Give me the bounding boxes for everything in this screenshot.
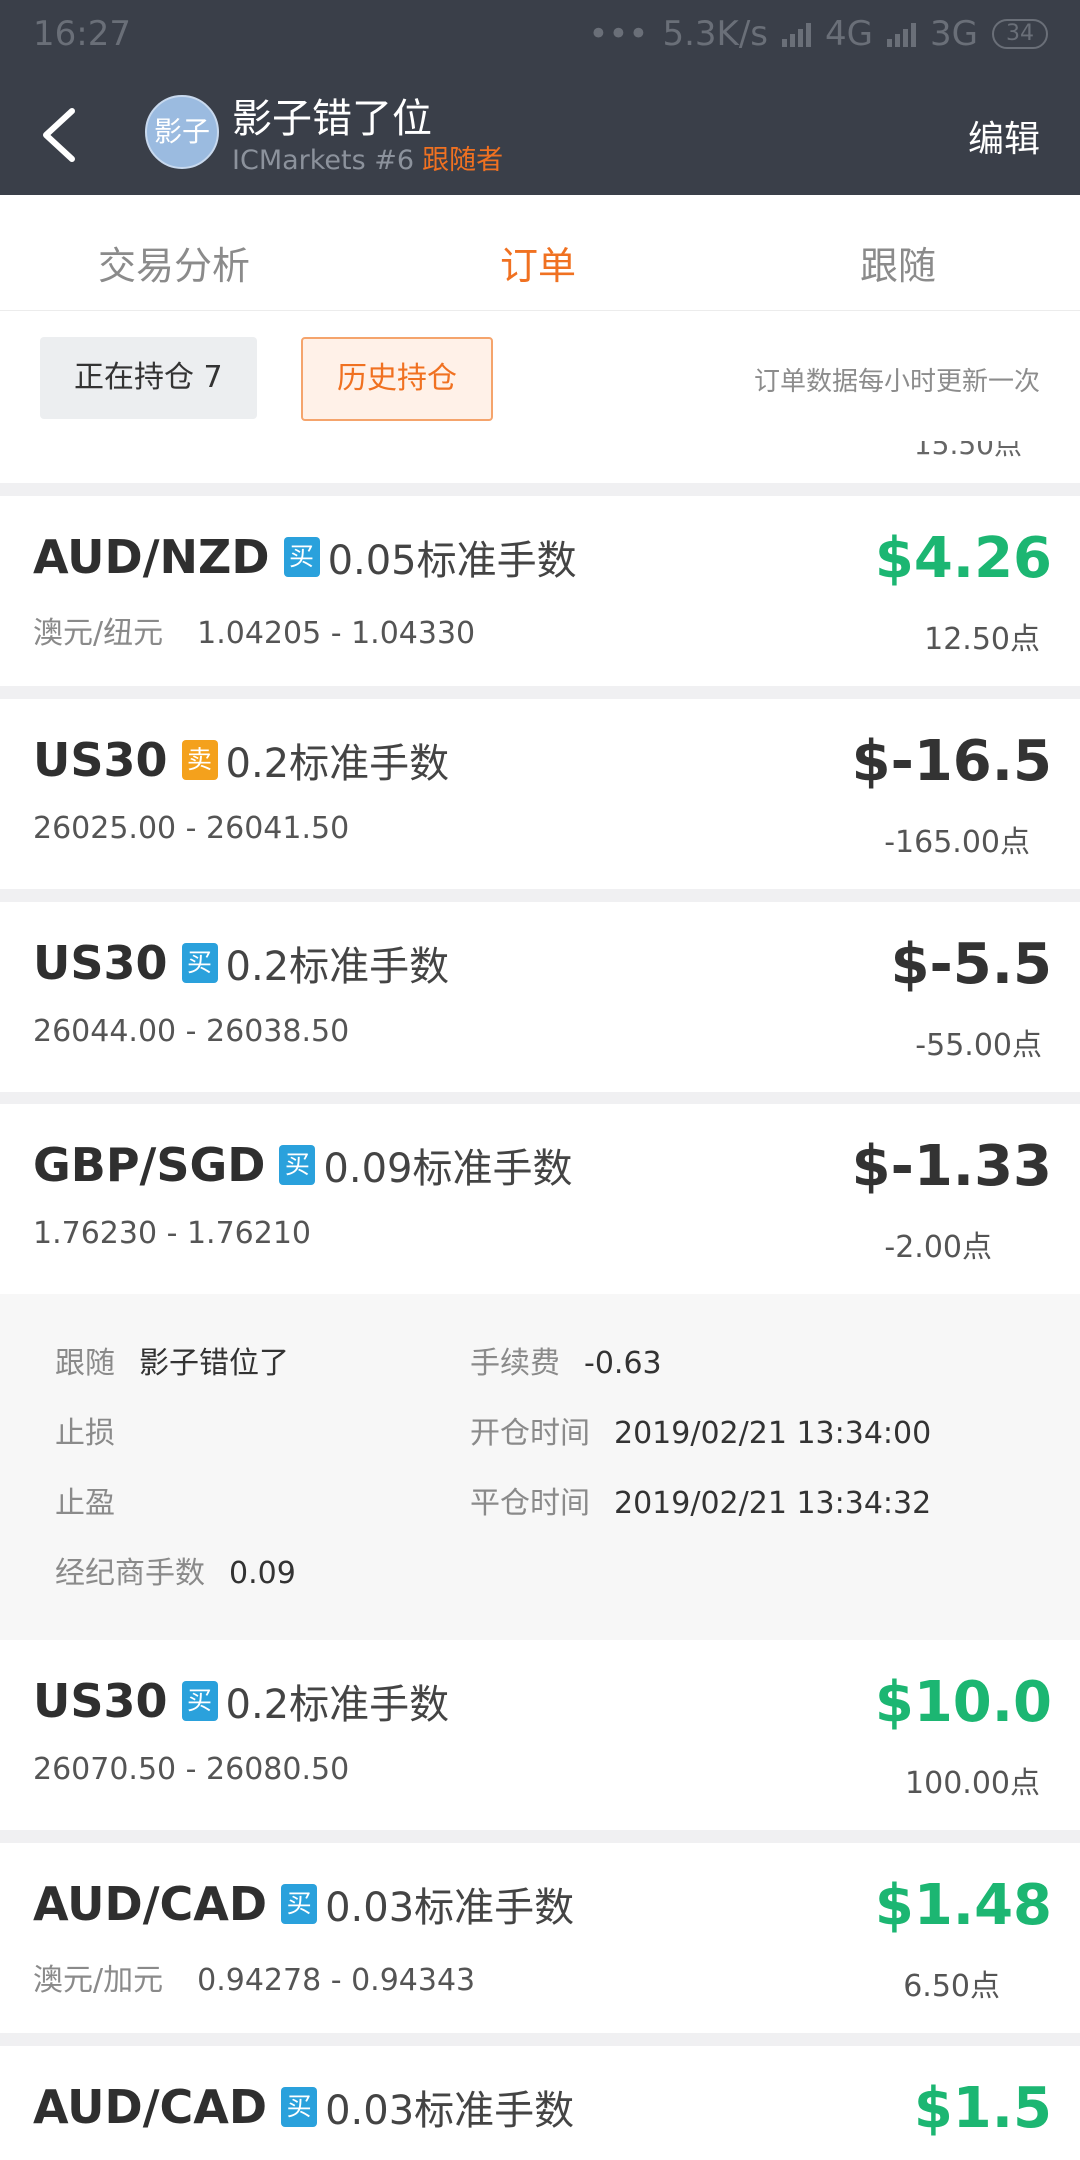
battery-icon: 34	[992, 19, 1048, 49]
history-positions-button[interactable]: 历史持仓	[301, 337, 493, 421]
open-time-label: 开仓时间	[470, 1416, 590, 1451]
order-profit: $-16.5	[851, 729, 1052, 794]
follow-value: 影子错位了	[139, 1346, 289, 1381]
tab-follow[interactable]: 跟随	[860, 235, 936, 290]
order-profit: $1.5	[913, 2076, 1052, 2141]
order-points: 12.50点	[924, 622, 1040, 657]
order-row[interactable]: AUD/CAD 买 0.03标准手数 澳元/加元 0.94278 - 0.94343 …	[0, 1843, 1080, 2033]
order-detail-panel: 跟随 影子错位了 手续费 -0.63 止损 开仓时间 2019/02/21 13:34…	[0, 1294, 1080, 1640]
buy-badge: 买	[181, 943, 218, 983]
order-symbol: AUD/CAD	[33, 2080, 268, 2134]
network-speed: 5.3K/s	[662, 14, 769, 54]
order-points: -2.00点	[884, 1230, 992, 1265]
order-symbol: AUD/NZD	[33, 530, 270, 584]
order-profit: $-1.33	[851, 1134, 1052, 1199]
buy-badge: 买	[283, 537, 320, 577]
signal-icon-2	[887, 21, 917, 47]
tab-orders[interactable]: 订单	[500, 235, 576, 290]
sell-badge: 卖	[181, 740, 218, 780]
follow-label: 跟随	[55, 1346, 115, 1381]
buy-badge: 买	[281, 1884, 318, 1924]
status-time: 16:27	[33, 14, 131, 54]
network-type-2: 3G	[930, 14, 978, 54]
app-header: 16:27 ••• 5.3K/s 4G 3G 34 影子 影子错了位 ICMar…	[0, 0, 1080, 195]
buy-badge: 买	[281, 2087, 318, 2127]
order-price-range: 26025.00 - 26041.50	[33, 811, 350, 846]
order-symbol: US30	[33, 1674, 168, 1728]
order-row[interactable]: US30 买 0.2标准手数 26044.00 - 26038.50 $-5.5 -…	[0, 902, 1080, 1092]
trader-name: 影子错了位	[232, 96, 432, 142]
fee-value: -0.63	[584, 1346, 662, 1381]
order-lots: 0.03标准手数	[325, 1885, 575, 1931]
order-points: 100.00点	[905, 1766, 1040, 1801]
pair-chinese-name: 澳元/纽元	[33, 616, 164, 651]
order-lots: 0.2标准手数	[225, 741, 450, 787]
take-profit-label: 止盈	[55, 1486, 115, 1521]
buy-badge: 买	[181, 1681, 218, 1721]
tab-analysis[interactable]: 交易分析	[98, 235, 250, 290]
order-price-range: 26070.50 - 26080.50	[33, 1752, 350, 1787]
signal-icon	[782, 21, 812, 47]
broker-lots-label: 经纪商手数	[55, 1556, 205, 1591]
order-points: 6.50点	[903, 1969, 1000, 2004]
pair-chinese-name: 澳元/加元	[33, 1963, 164, 1998]
order-row[interactable]: AUD/NZD 买 0.05标准手数 澳元/纽元 1.04205 - 1.04330 …	[0, 496, 1080, 686]
role-label: 跟随者	[422, 145, 504, 176]
open-time-value: 2019/02/21 13:34:00	[614, 1416, 932, 1451]
order-lots: 0.09标准手数	[323, 1146, 573, 1192]
back-arrow-icon[interactable]	[36, 105, 82, 165]
main-tabs: 交易分析 订单 跟随	[0, 195, 1080, 311]
fee-label: 手续费	[470, 1346, 560, 1381]
order-symbol: GBP/SGD	[33, 1138, 266, 1192]
order-row[interactable]: US30 卖 0.2标准手数 26025.00 - 26041.50 $-16.5 …	[0, 699, 1080, 889]
order-row-expanded[interactable]: GBP/SGD 买 0.09标准手数 1.76230 - 1.76210 $-1.3…	[0, 1104, 1080, 1294]
order-lots: 0.2标准手数	[225, 1682, 450, 1728]
order-lots: 0.05标准手数	[327, 538, 577, 584]
order-points: 15.50点	[913, 441, 1022, 461]
buy-badge: 买	[279, 1145, 316, 1185]
close-time-label: 平仓时间	[470, 1486, 590, 1521]
position-filter-bar: 正在持仓 7 历史持仓 订单数据每小时更新一次	[0, 311, 1080, 442]
avatar[interactable]: 影子	[145, 95, 219, 169]
order-symbol: AUD/CAD	[33, 1877, 268, 1931]
list-item-partial[interactable]: 15.50点	[0, 441, 1080, 483]
order-price-range: 0.94278 - 0.94343	[197, 1963, 476, 1998]
order-symbol: US30	[33, 733, 168, 787]
order-profit: $1.48	[874, 1873, 1052, 1938]
network-type-1: 4G	[825, 14, 874, 54]
update-note: 订单数据每小时更新一次	[753, 367, 1040, 397]
broker-lots-value: 0.09	[229, 1556, 296, 1591]
order-row[interactable]: AUD/CAD 买 0.03标准手数 $1.5	[0, 2046, 1080, 2160]
open-positions-button[interactable]: 正在持仓 7	[40, 337, 257, 419]
broker-account: ICMarkets #6	[232, 145, 415, 176]
more-dots-icon: •••	[588, 14, 649, 54]
edit-button[interactable]: 编辑	[968, 110, 1040, 162]
order-price-range: 1.04205 - 1.04330	[197, 616, 476, 651]
status-indicators: ••• 5.3K/s 4G 3G 34	[588, 14, 1048, 54]
order-symbol: US30	[33, 936, 168, 990]
order-row[interactable]: US30 买 0.2标准手数 26070.50 - 26080.50 $10.0 1…	[0, 1640, 1080, 1830]
close-time-value: 2019/02/21 13:34:32	[614, 1486, 932, 1521]
status-bar: 16:27 ••• 5.3K/s 4G 3G 34	[0, 0, 1080, 70]
stop-loss-label: 止损	[55, 1416, 115, 1451]
order-profit: $10.0	[874, 1670, 1052, 1735]
order-profit: $-5.5	[890, 932, 1052, 997]
order-lots: 0.2标准手数	[225, 944, 450, 990]
order-price-range: 26044.00 - 26038.50	[33, 1014, 350, 1049]
order-points: -55.00点	[915, 1028, 1042, 1063]
order-profit: $4.26	[874, 526, 1052, 591]
order-price-range: 1.76230 - 1.76210	[33, 1216, 312, 1251]
trader-subtitle: ICMarkets #6 跟随者	[232, 138, 503, 177]
order-points: -165.00点	[884, 825, 1030, 860]
order-lots: 0.03标准手数	[325, 2088, 575, 2134]
